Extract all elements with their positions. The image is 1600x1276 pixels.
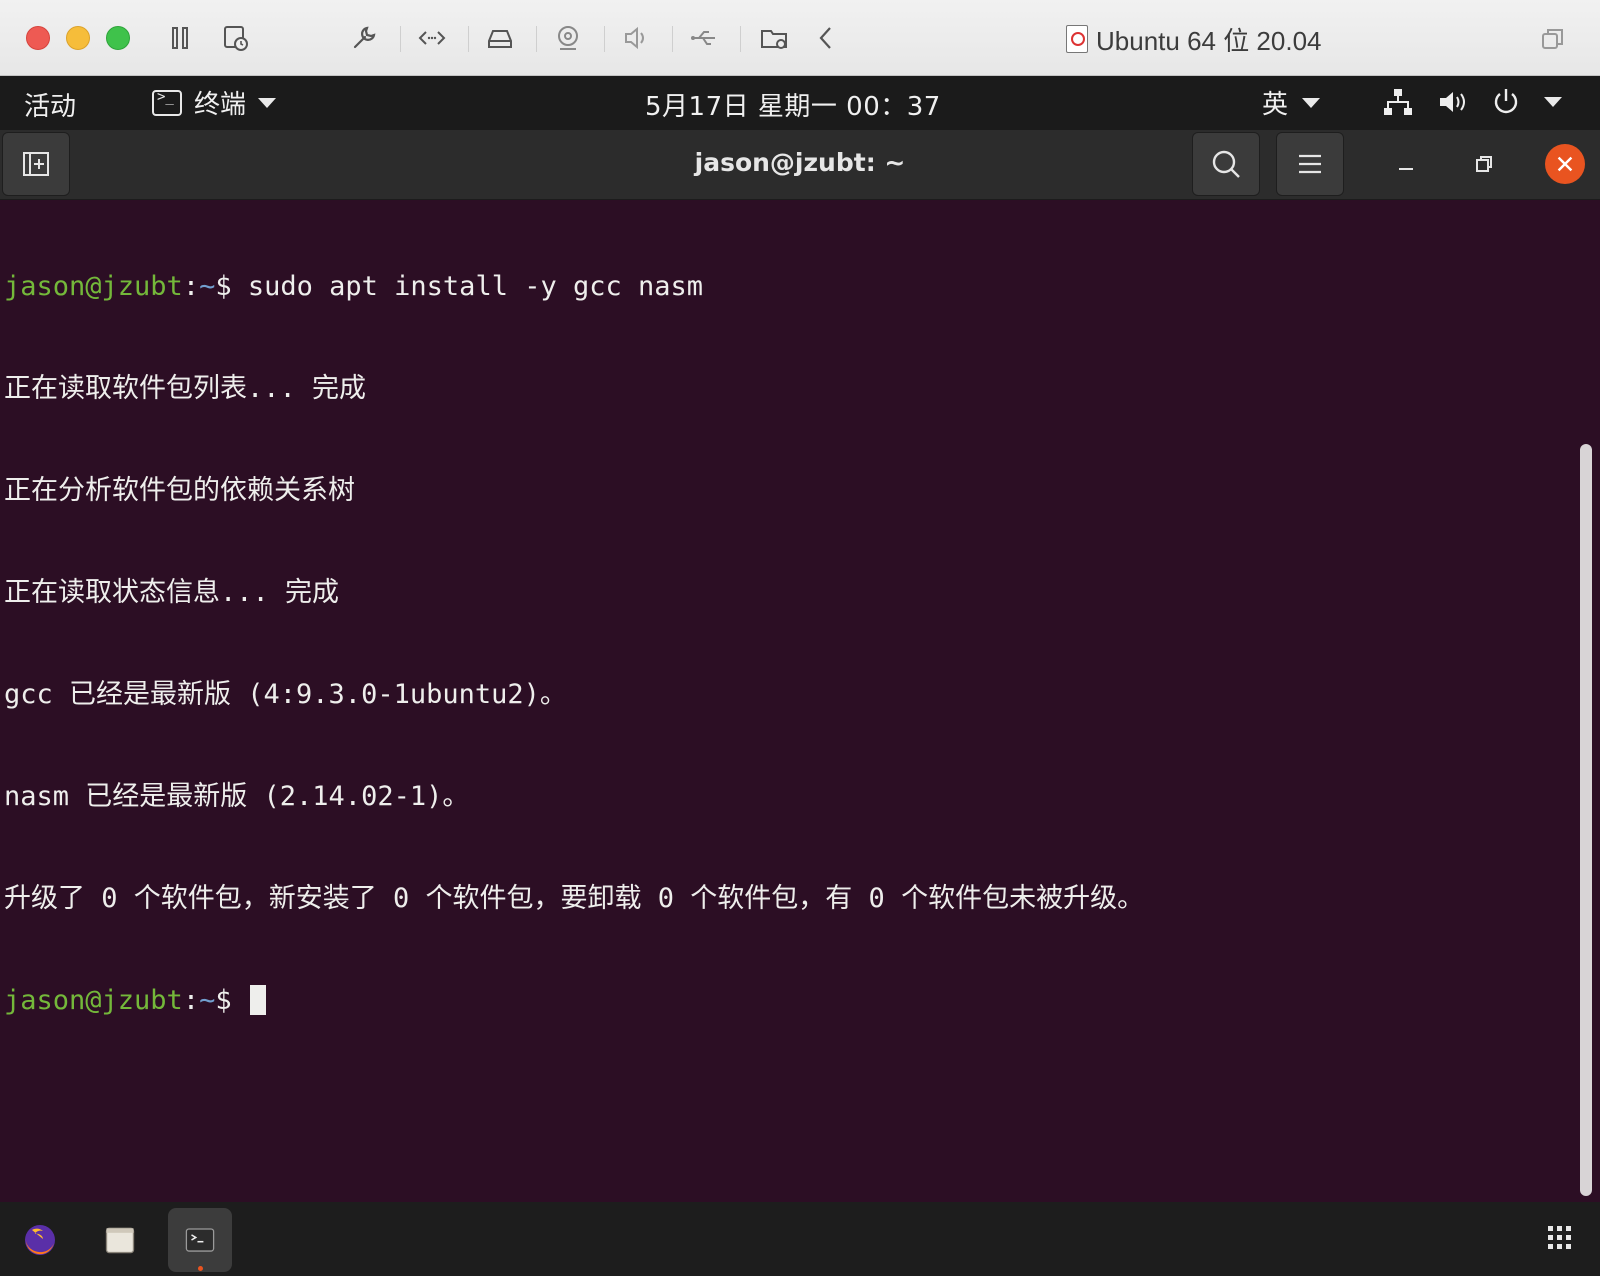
- output-line: 正在读取状态信息... 完成: [4, 577, 340, 608]
- hamburger-menu-icon: [1299, 154, 1321, 174]
- minimize-button[interactable]: [1386, 144, 1426, 184]
- vm-title-text: Ubuntu 64 位 20.04: [1096, 25, 1322, 56]
- terminal-headerbar: jason@jzubt: ~: [0, 130, 1600, 200]
- close-window-button[interactable]: [26, 26, 50, 50]
- output-line: nasm 已经是最新版 (2.14.02-1)。: [4, 781, 470, 812]
- hamburger-menu-button[interactable]: [1276, 132, 1344, 196]
- prompt-path: ~: [199, 985, 216, 1016]
- chevron-down-icon: [1302, 97, 1321, 108]
- maximize-button[interactable]: [1464, 144, 1504, 184]
- prompt-path: ~: [199, 271, 216, 302]
- prompt-user: jason@jzubt: [4, 271, 183, 302]
- close-button[interactable]: [1545, 144, 1585, 184]
- output-line: 正在读取软件包列表... 完成: [4, 373, 367, 404]
- code-arrows-icon[interactable]: [412, 20, 452, 56]
- vm-document-icon: [1066, 25, 1088, 53]
- terminal-icon: [185, 1228, 215, 1252]
- vm-title: Ubuntu 64 位 20.04: [1066, 20, 1322, 58]
- input-method-label: 英: [1262, 90, 1289, 120]
- chevron-down-icon: [1544, 97, 1562, 107]
- terminal-scrollbar[interactable]: [1580, 444, 1592, 1196]
- search-icon: [1212, 150, 1240, 178]
- clock[interactable]: 5月17日 星期一 00：37: [645, 86, 941, 123]
- output-line: 升级了 0 个软件包，新安装了 0 个软件包，要卸载 0 个软件包，有 0 个软…: [4, 883, 1145, 914]
- prompt-user: jason@jzubt: [4, 985, 183, 1016]
- command-line: jason@jzubt:~$ sudo apt install -y gcc n…: [4, 271, 704, 302]
- settings-wrench-icon[interactable]: [344, 20, 384, 56]
- disk-drive-icon[interactable]: [480, 20, 520, 56]
- chevron-down-icon: [258, 97, 277, 108]
- chevron-left-icon[interactable]: [806, 20, 846, 56]
- dock-files[interactable]: [88, 1208, 152, 1272]
- ubuntu-top-panel: 活动 终端 5月17日 星期一 00：37 英: [0, 76, 1600, 130]
- input-method-menu[interactable]: 英: [1262, 84, 1321, 121]
- running-indicator: [198, 1266, 203, 1271]
- network-icon: [1384, 89, 1412, 115]
- terminal-app-icon: [152, 89, 182, 116]
- app-menu[interactable]: 终端: [152, 84, 277, 121]
- restore-window-icon[interactable]: [1540, 26, 1566, 52]
- terminal-title: jason@jzubt: ~: [694, 148, 906, 177]
- vm-host-titlebar: Ubuntu 64 位 20.04: [0, 0, 1600, 76]
- dock-firefox[interactable]: [8, 1208, 72, 1272]
- snapshot-icon[interactable]: [216, 20, 256, 56]
- shared-folder-icon[interactable]: [754, 20, 794, 56]
- system-menu[interactable]: [1382, 86, 1562, 118]
- prompt-line[interactable]: jason@jzubt:~$: [4, 984, 1596, 1018]
- files-icon: [105, 1227, 135, 1254]
- pause-vm-icon[interactable]: [160, 20, 200, 56]
- show-applications-icon[interactable]: [1548, 1226, 1571, 1249]
- output-line: 正在分析软件包的依赖关系树: [4, 475, 355, 506]
- terminal-output[interactable]: jason@jzubt:~$ sudo apt install -y gcc n…: [0, 200, 1600, 1202]
- minimize-icon: [1399, 168, 1413, 170]
- close-icon: [1557, 156, 1573, 172]
- firefox-icon: [25, 1225, 55, 1255]
- camera-icon[interactable]: [548, 20, 588, 56]
- app-menu-label: 终端: [194, 90, 247, 120]
- text-cursor: [249, 985, 266, 1015]
- restore-icon: [1476, 156, 1492, 172]
- output-line: gcc 已经是最新版 (4:9.3.0-1ubuntu2)。: [4, 679, 567, 710]
- activities-button[interactable]: 活动: [24, 86, 76, 123]
- usb-icon[interactable]: [684, 20, 724, 56]
- power-icon: [1494, 89, 1518, 114]
- volume-icon: [1440, 92, 1465, 112]
- prompt-symbol: $: [215, 985, 232, 1016]
- speaker-icon[interactable]: [616, 20, 656, 56]
- prompt-symbol: $: [215, 271, 232, 302]
- dock-terminal[interactable]: [168, 1208, 232, 1272]
- command-text: sudo apt install -y gcc nasm: [231, 271, 704, 302]
- fullscreen-window-button[interactable]: [106, 26, 130, 50]
- search-button[interactable]: [1192, 132, 1260, 196]
- dock: [0, 1202, 1600, 1276]
- minimize-window-button[interactable]: [66, 26, 90, 50]
